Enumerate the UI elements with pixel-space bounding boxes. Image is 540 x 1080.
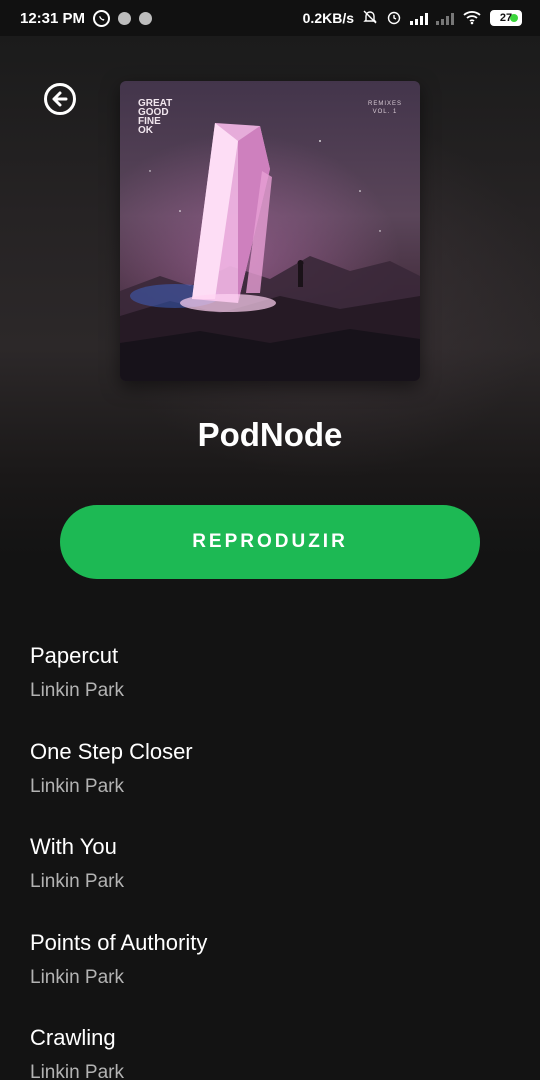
notification-dot-icon	[118, 11, 132, 25]
bell-off-icon	[362, 9, 378, 28]
track-item[interactable]: Points of Authority Linkin Park	[30, 928, 510, 1024]
cell-signal-icon	[410, 12, 428, 25]
track-item[interactable]: Papercut Linkin Park	[30, 641, 510, 737]
back-arrow-icon	[52, 91, 68, 107]
track-item[interactable]: With You Linkin Park	[30, 832, 510, 928]
track-item[interactable]: One Step Closer Linkin Park	[30, 737, 510, 833]
track-title: Crawling	[30, 1025, 116, 1050]
cell-signal-2-icon	[436, 12, 454, 25]
album-cover-logo-line: OK	[138, 125, 153, 136]
track-artist: Linkin Park	[30, 966, 124, 988]
net-speed: 0.2KB/s	[302, 10, 354, 26]
track-artist: Linkin Park	[30, 871, 124, 892]
track-title: Points of Authority	[30, 929, 208, 955]
album-cover-logo: GREAT GOOD FINE OK	[138, 99, 172, 136]
album-cover-subtitle: REMIXES VOL. 1	[368, 100, 402, 116]
album-cover-subtitle-line: VOL. 1	[372, 109, 398, 115]
status-time: 12:31 PM	[20, 9, 86, 27]
play-button[interactable]: REPRODUZIR	[60, 505, 480, 579]
track-title: One Step Closer	[30, 738, 193, 764]
status-bar: 12:31 PM 0.2KB/s 27	[0, 0, 540, 36]
battery-level: 27	[499, 12, 513, 24]
playlist-title: PodNode	[197, 416, 343, 453]
track-artist: Linkin Park	[30, 775, 124, 797]
notification-dot-icon	[139, 11, 153, 25]
track-title: With You	[30, 834, 117, 859]
whatsapp-icon	[93, 9, 111, 27]
album-cover-subtitle-line: REMIXES	[367, 101, 402, 107]
track-title: Papercut	[30, 643, 119, 668]
status-bar-left: 12:31 PM	[20, 9, 153, 27]
wifi-icon	[462, 9, 482, 28]
track-artist: Linkin Park	[30, 680, 124, 701]
screen: 12:31 PM 0.2KB/s 27 GREAT GOOD FINE OK R…	[0, 0, 540, 1080]
battery-icon: 27	[490, 10, 522, 26]
back-button[interactable]	[44, 83, 76, 115]
album-cover: GREAT GOOD FINE OK REMIXES VOL. 1	[120, 81, 420, 381]
track-artist: Linkin Park	[30, 1062, 124, 1080]
status-bar-right: 0.2KB/s 27	[303, 9, 522, 28]
track-list: Papercut Linkin Park One Step Closer Lin…	[30, 641, 510, 1080]
alarm-icon	[386, 9, 402, 28]
track-item[interactable]: Crawling Linkin Park	[30, 1023, 510, 1080]
